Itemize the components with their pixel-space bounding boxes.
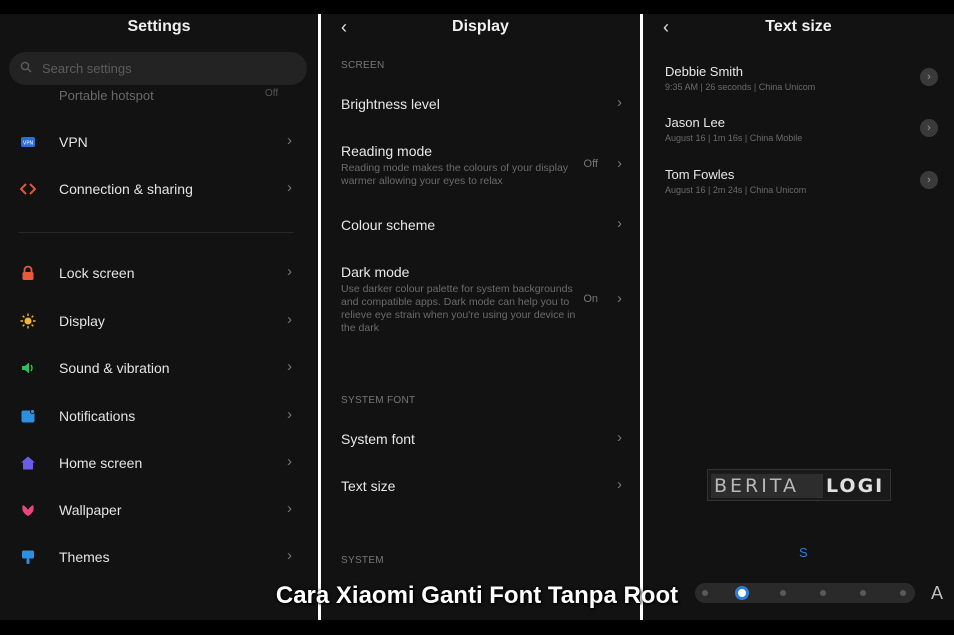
- chevron-right-icon: ›: [617, 215, 622, 232]
- section-header-system: SYSTEM: [341, 555, 384, 566]
- section-header-screen: SCREEN: [341, 60, 385, 71]
- chevron-right-icon[interactable]: ›: [920, 119, 938, 137]
- small-size-label: S: [799, 545, 808, 560]
- settings-item-label: Notifications: [59, 408, 136, 424]
- contact-name: Jason Lee: [665, 115, 725, 130]
- bottom-border: [0, 620, 954, 635]
- settings-panel: Settings Search settings Portable hotspo…: [0, 14, 318, 620]
- chevron-right-icon: ›: [287, 263, 292, 280]
- page-title: Text size: [765, 18, 832, 35]
- settings-item-label: Connection & sharing: [59, 181, 193, 197]
- settings-item-connection-sharing[interactable]: Connection & sharing ›: [0, 172, 318, 208]
- item-label: Text size: [341, 478, 396, 494]
- chevron-right-icon[interactable]: ›: [920, 68, 938, 86]
- watermark-logo: BERITA LOGI: [707, 469, 891, 501]
- settings-item-notifications[interactable]: Notifications ›: [0, 399, 318, 435]
- dark-mode-value: On: [583, 293, 598, 305]
- text-size-panel: ‹ Text size Debbie Smith 9:35 AM | 26 se…: [643, 14, 954, 620]
- chevron-right-icon: ›: [617, 94, 622, 111]
- themes-icon: [22, 550, 34, 564]
- call-log-item[interactable]: Jason Lee August 16 | 1m 16s | China Mob…: [665, 115, 943, 143]
- settings-item-label: VPN: [59, 134, 88, 150]
- call-details: August 16 | 1m 16s | China Mobile: [665, 133, 803, 143]
- top-border: [0, 0, 954, 14]
- settings-item-lock-screen[interactable]: Lock screen ›: [0, 256, 318, 292]
- chevron-right-icon[interactable]: ›: [920, 171, 938, 189]
- sun-icon: [20, 313, 36, 329]
- screenshot-frame: Settings Search settings Portable hotspo…: [0, 0, 954, 635]
- chevron-right-icon: ›: [287, 547, 292, 564]
- overlay-caption: Cara Xiaomi Ganti Font Tanpa Root: [275, 582, 679, 609]
- home-icon: [21, 456, 35, 470]
- call-details: August 16 | 2m 24s | China Unicom: [665, 185, 807, 195]
- chevron-right-icon: ›: [287, 179, 292, 196]
- settings-item-home-screen[interactable]: Home screen ›: [0, 446, 318, 482]
- settings-item-label: Sound & vibration: [59, 360, 170, 376]
- chevron-right-icon: ›: [287, 132, 292, 149]
- display-panel: ‹ Display SCREEN Brightness level › Read…: [321, 14, 640, 620]
- colour-scheme-item[interactable]: Colour scheme ›: [341, 215, 626, 233]
- search-icon: [20, 61, 32, 73]
- reading-mode-value: Off: [583, 158, 598, 170]
- lock-icon: [22, 265, 34, 280]
- chevron-right-icon: ›: [617, 429, 622, 446]
- contact-name: Debbie Smith: [665, 64, 744, 79]
- chevron-right-icon: ›: [617, 155, 622, 172]
- chevron-right-icon: ›: [287, 358, 292, 375]
- item-label: System font: [341, 431, 415, 447]
- chevron-right-icon: ›: [287, 311, 292, 328]
- settings-item-themes[interactable]: Themes ›: [0, 540, 318, 576]
- settings-item-label: Wallpaper: [59, 502, 122, 518]
- divider: [18, 232, 294, 233]
- page-title: Settings: [127, 18, 191, 35]
- item-label: Reading mode: [341, 143, 433, 159]
- search-input[interactable]: Search settings: [9, 52, 307, 85]
- call-log-item[interactable]: Tom Fowles August 16 | 2m 24s | China Un…: [665, 167, 943, 195]
- page-title: Display: [452, 18, 509, 35]
- chevron-right-icon: ›: [287, 453, 292, 470]
- item-description: Reading mode makes the colours of your d…: [341, 162, 569, 187]
- brightness-level-item[interactable]: Brightness level ›: [341, 94, 626, 112]
- settings-item-sound-vibration[interactable]: Sound & vibration ›: [0, 351, 318, 387]
- wallpaper-icon: [22, 505, 34, 516]
- portable-hotspot-item[interactable]: Portable hotspot: [59, 88, 154, 103]
- watermark-text-berita: BERITA: [711, 474, 823, 498]
- settings-item-display[interactable]: Display ›: [0, 304, 318, 340]
- item-label: Brightness level: [341, 96, 440, 112]
- system-font-item[interactable]: System font ›: [341, 429, 626, 447]
- notifications-icon: [21, 409, 35, 423]
- search-placeholder: Search settings: [42, 61, 132, 76]
- speaker-icon: [22, 362, 33, 374]
- svg-text:VPN: VPN: [23, 141, 33, 147]
- call-log-item[interactable]: Debbie Smith 9:35 AM | 26 seconds | Chin…: [665, 64, 943, 92]
- settings-item-label: Display: [59, 313, 105, 329]
- section-header-system-font: SYSTEM FONT: [341, 395, 416, 406]
- reading-mode-item[interactable]: Reading mode Reading mode makes the colo…: [341, 143, 626, 188]
- settings-item-label: Themes: [59, 549, 110, 565]
- item-label: Dark mode: [341, 264, 410, 280]
- text-size-item[interactable]: Text size ›: [341, 476, 626, 494]
- item-description: Use darker colour palette for system bac…: [341, 283, 576, 334]
- hotspot-value: Off: [265, 88, 279, 99]
- chevron-right-icon: ›: [287, 500, 292, 517]
- call-details: 9:35 AM | 26 seconds | China Unicom: [665, 82, 816, 92]
- settings-item-wallpaper[interactable]: Wallpaper ›: [0, 493, 318, 529]
- item-label: Colour scheme: [341, 217, 436, 233]
- settings-item-vpn[interactable]: VPN VPN ›: [0, 125, 318, 161]
- vpn-icon: VPN: [21, 137, 35, 147]
- connection-sharing-icon: [20, 183, 36, 195]
- contact-name: Tom Fowles: [665, 167, 735, 182]
- settings-item-label: Home screen: [59, 455, 143, 471]
- chevron-right-icon: ›: [617, 290, 622, 307]
- watermark-text-logi: LOGI: [826, 475, 885, 497]
- settings-item-label: Lock screen: [59, 265, 135, 281]
- chevron-right-icon: ›: [617, 476, 622, 493]
- chevron-right-icon: ›: [287, 406, 292, 423]
- dark-mode-item[interactable]: Dark mode Use darker colour palette for …: [341, 264, 626, 335]
